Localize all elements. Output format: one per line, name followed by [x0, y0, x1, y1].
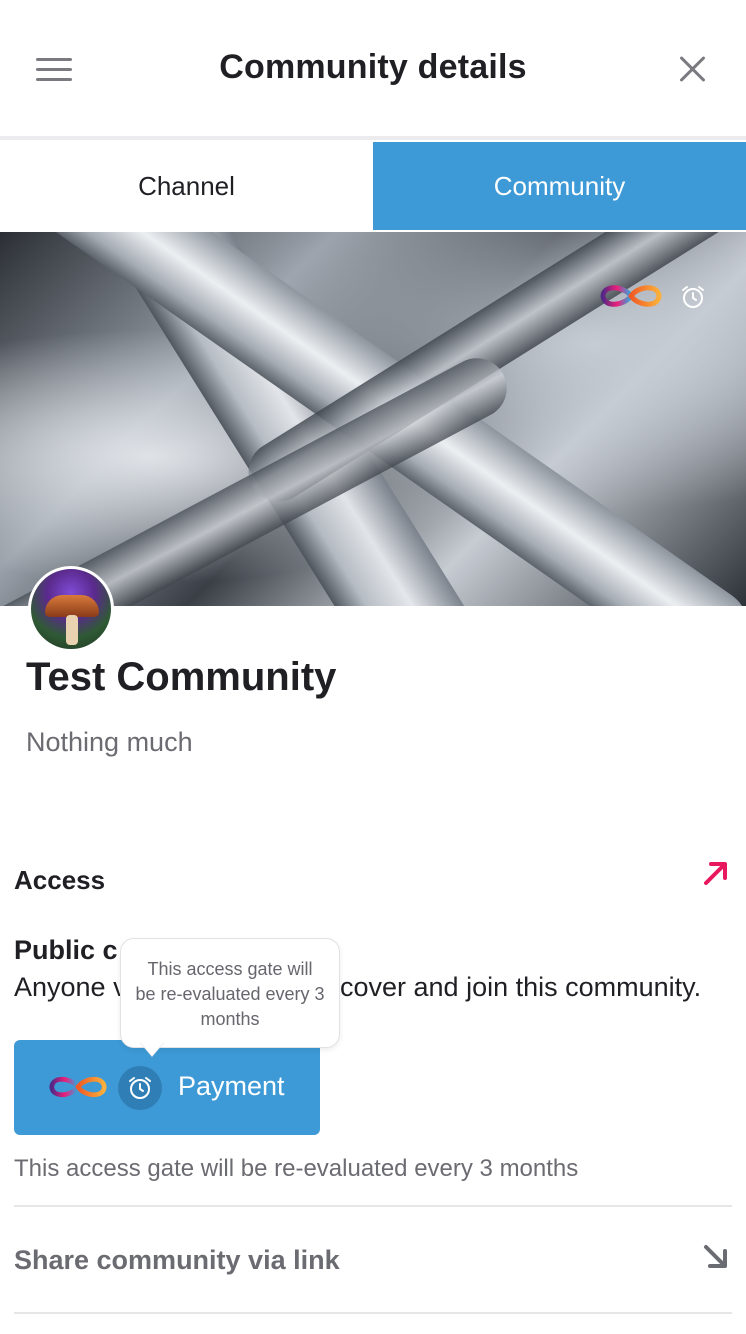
header: Community details [0, 0, 746, 138]
arrow-down-right-icon [704, 1245, 727, 1268]
tab-channel[interactable]: Channel [0, 142, 373, 230]
alarm-clock-icon [682, 286, 704, 308]
infinity-token-icon [49, 1076, 107, 1098]
reevaluation-tooltip: This access gate will be re-evaluated ev… [120, 938, 340, 1048]
infinity-token-icon [600, 285, 662, 307]
community-description: Nothing much [26, 727, 193, 757]
tab-bar: Channel Community [0, 142, 746, 230]
community-name: Test Community [26, 655, 337, 699]
reevaluation-note: This access gate will be re-evaluated ev… [14, 1155, 579, 1182]
divider [14, 1312, 732, 1314]
tab-community[interactable]: Community [373, 142, 746, 230]
page-title: Community details [219, 48, 527, 86]
arrow-up-right-icon[interactable] [700, 858, 730, 888]
header-divider [0, 136, 746, 140]
alarm-clock-badge[interactable] [118, 1066, 162, 1110]
access-gate-description-end: cover and join this community. [340, 972, 702, 1002]
alarm-clock-icon [129, 1077, 151, 1099]
share-community-link-row[interactable]: Share community via link [0, 1207, 746, 1311]
banner-gate-icons [598, 276, 708, 316]
access-gate-description-start: Anyone v [14, 972, 122, 1002]
access-heading: Access [14, 865, 106, 895]
community-avatar [28, 566, 114, 652]
payment-gate-button[interactable]: Payment [14, 1040, 320, 1135]
tooltip-tail [140, 1042, 164, 1056]
close-icon[interactable] [676, 52, 710, 86]
access-gate-title: Public c [14, 935, 118, 965]
share-community-label: Share community via link [14, 1245, 340, 1275]
payment-button-label: Payment [178, 1071, 285, 1101]
